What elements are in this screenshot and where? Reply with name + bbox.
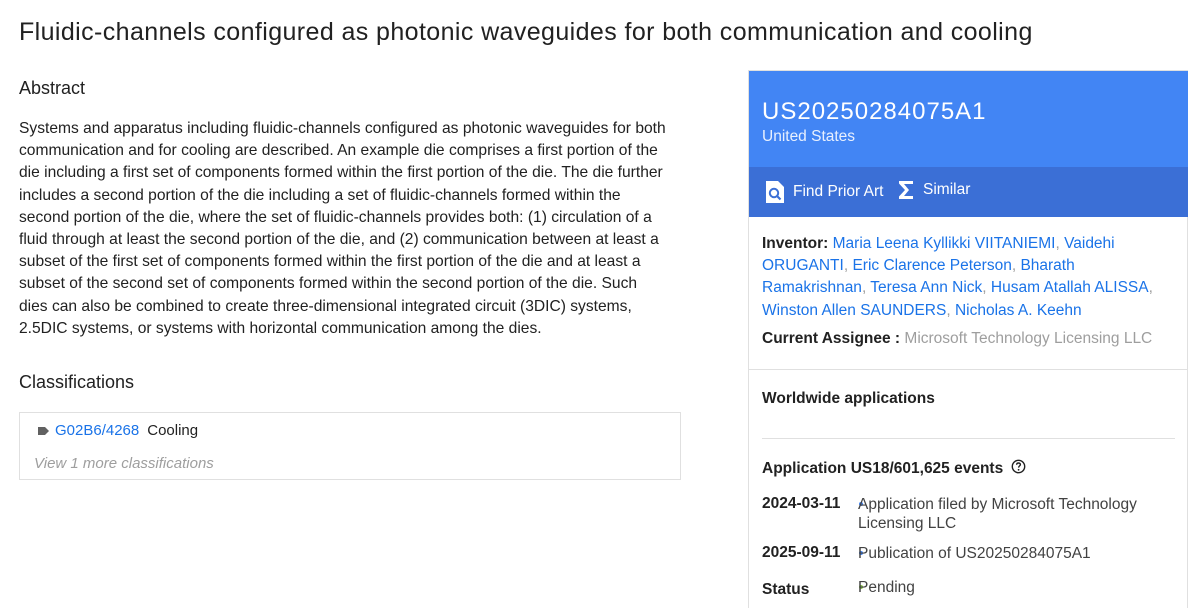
status-label: Status (762, 581, 810, 598)
inventor-separator: , (1011, 257, 1017, 275)
classification-row: G02B6/4268 Cooling (38, 422, 198, 439)
divider (762, 438, 1175, 439)
current-assignee: Current Assignee : Microsoft Technology … (762, 330, 1152, 348)
sigma-icon (899, 181, 913, 199)
inventors-block: Inventor: Maria Leena Kyllikki VIITANIEM… (762, 233, 1178, 322)
inventor-link[interactable]: Nicholas A. Keehn (955, 302, 1082, 319)
find-prior-art-button[interactable]: Find Prior Art (765, 180, 883, 204)
classification-code-link[interactable]: G02B6/4268 (55, 422, 139, 439)
inventor-link[interactable]: Teresa Ann Nick (870, 279, 982, 296)
similar-button[interactable]: Similar (897, 180, 970, 200)
tag-icon (38, 426, 49, 435)
patent-info-panel: US20250284075A1 United States Find Prior… (748, 70, 1188, 608)
event-text: Application filed by Microsoft Technolog… (858, 496, 1137, 532)
application-events-heading: Application US18/601,625 events (762, 459, 1026, 479)
inventor-separator: , (843, 257, 849, 275)
inventor-link[interactable]: Maria Leena Kyllikki VIITANIEMI (833, 235, 1056, 252)
panel-header: US20250284075A1 United States Find Prior… (749, 71, 1188, 217)
inventor-separator: , (982, 279, 987, 297)
divider (749, 369, 1188, 370)
status-value: Pending (858, 579, 915, 596)
classification-description: Cooling (147, 422, 199, 439)
events-heading-text: Application US18/601,625 events (762, 460, 1004, 477)
event-text: Publication of US20250284075A1 (858, 545, 1091, 562)
publication-country: United States (762, 128, 856, 145)
abstract-text: Systems and apparatus including fluidic-… (19, 120, 666, 337)
inventor-separator: , (1148, 279, 1153, 297)
panel-action-bar: Find Prior Art Similar (749, 167, 1188, 217)
worldwide-applications-heading: Worldwide applications (762, 390, 935, 407)
publication-number: US20250284075A1 (762, 98, 987, 125)
assignee-label: Current Assignee : (762, 330, 901, 347)
find-prior-art-label: Find Prior Art (793, 183, 884, 200)
assignee-value: Microsoft Technology Licensing LLC (904, 330, 1153, 347)
inventor-label: Inventor: (762, 235, 829, 252)
classifications-box: G02B6/4268 Cooling View 1 more classific… (19, 412, 681, 480)
help-icon[interactable] (1011, 459, 1026, 479)
view-more-classifications-link[interactable]: View 1 more classifications (34, 455, 214, 472)
inventor-link[interactable]: Husam Atallah ALISSA (991, 279, 1149, 296)
inventor-separator: , (1055, 235, 1060, 252)
inventor-link[interactable]: Winston Allen SAUNDERS (762, 302, 946, 319)
inventor-link[interactable]: Eric Clarence Peterson (852, 257, 1011, 274)
inventor-separator: , (946, 301, 951, 319)
patent-title: Fluidic-channels configured as photonic … (19, 18, 1033, 46)
abstract-heading: Abstract (19, 78, 86, 98)
event-date: 2025-09-11 (762, 544, 841, 561)
classifications-heading: Classifications (19, 372, 135, 392)
inventor-separator: , (861, 279, 867, 297)
similar-label: Similar (923, 181, 971, 198)
document-search-icon (766, 181, 784, 203)
event-date: 2024-03-11 (762, 495, 841, 512)
